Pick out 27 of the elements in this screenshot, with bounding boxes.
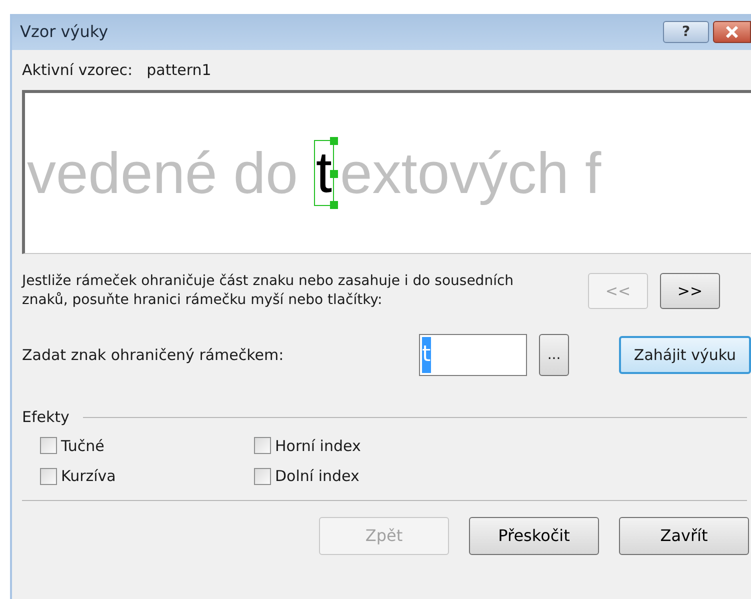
nav-button[interactable]: >> [660,273,720,309]
browse-button[interactable]: ... [539,334,569,376]
window-title: Vzor výuky [20,21,108,43]
checkbox-label: Tučné [61,436,104,456]
dialog-button[interactable]: Zavřít [619,516,749,554]
preview-text: extových f [340,140,602,208]
checkbox-label: Kurzíva [61,466,116,487]
checkbox[interactable] [254,437,271,454]
active-pattern-value: pattern1 [146,60,212,81]
checkbox-label: Dolní index [275,466,360,487]
instruction-text: Jestliže rámeček ohraničuje část znaku nebo zasahuje i do sousedních znaků, posuňte hranici rámečku myší nebo tlačítky: [22,272,515,310]
preview-text: vedené do [27,140,298,208]
char-input-label: Zadat znak ohraničený rámečkem: [22,344,285,366]
resize-handle[interactable] [330,200,338,209]
start-training-button[interactable]: Zahájit výuku [619,336,751,374]
checkbox[interactable] [254,468,271,485]
checkbox[interactable] [40,437,57,454]
dialog-button[interactable]: Přeskočit [469,516,599,554]
resize-handle[interactable] [330,137,338,146]
checkbox[interactable] [40,468,57,485]
effects-title: Efekty [22,407,70,428]
checkbox-label: Horní index [275,436,361,456]
help-button[interactable]: ? [663,21,709,43]
close-button[interactable] [713,21,751,43]
close-icon [725,26,739,38]
resize-handle[interactable] [330,170,338,178]
active-pattern-label: Aktivní vzorec: [22,60,133,81]
